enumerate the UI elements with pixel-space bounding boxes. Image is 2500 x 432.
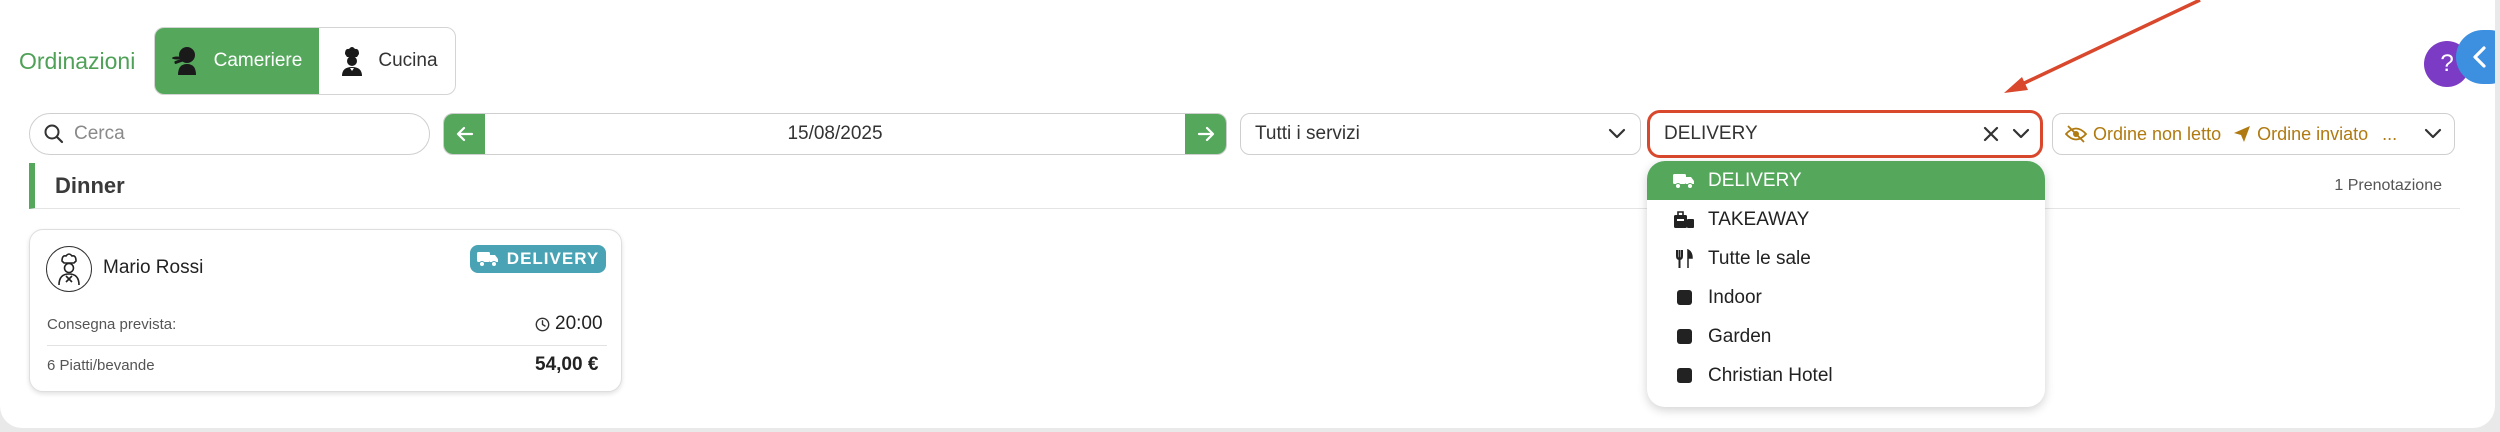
annotation-arrow: [2004, 0, 2201, 93]
orders-panel: Ordinazioni Cameriere Cucina Cerca 15/08…: [0, 0, 2495, 428]
